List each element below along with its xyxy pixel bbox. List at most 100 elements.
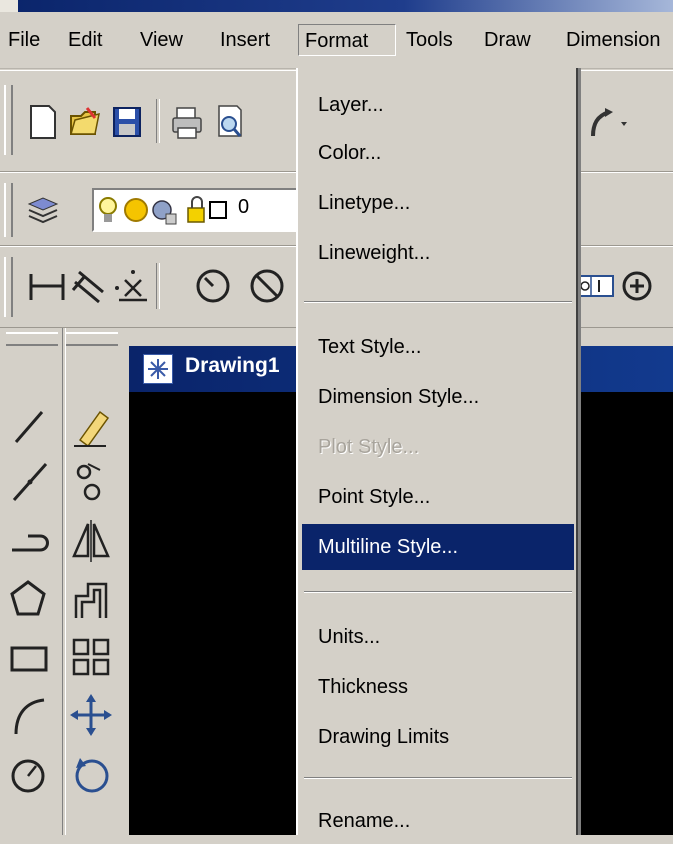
print-preview-button[interactable] [208, 101, 248, 141]
tolerance-icon [578, 275, 614, 297]
move-icon [70, 694, 112, 736]
erase-button[interactable] [66, 400, 118, 452]
new-button[interactable] [22, 101, 62, 141]
title-bar-corner [0, 0, 18, 12]
menu-draw[interactable]: Draw [478, 24, 537, 56]
center-mark-icon [622, 271, 652, 301]
menu-separator [304, 591, 572, 593]
menu-item-point-style[interactable]: Point Style... [302, 474, 574, 520]
toolbar-separator [156, 263, 160, 309]
undo-icon [591, 108, 627, 137]
ordinate-dimension-icon [115, 270, 147, 302]
menu-separator [304, 777, 572, 779]
save-button[interactable] [106, 101, 146, 141]
save-icon [113, 107, 141, 137]
construction-line-icon [12, 463, 48, 501]
copy-icon [76, 463, 101, 501]
draw-toolbar-grip[interactable] [6, 332, 58, 346]
arc-icon [14, 698, 45, 735]
diameter-dimension-icon [250, 269, 284, 303]
array-button[interactable] [66, 632, 118, 684]
open-button[interactable] [64, 101, 104, 141]
linear-dimension-icon [29, 274, 65, 300]
offset-button[interactable] [66, 574, 118, 626]
menu-item-lineweight[interactable]: Lineweight... [302, 230, 574, 276]
toolbar-separator [156, 99, 160, 143]
modify-toolbar-grip[interactable] [66, 332, 118, 346]
menu-item-rename[interactable]: Rename... [302, 798, 574, 844]
sun-icon [124, 198, 148, 222]
polyline-icon [12, 534, 49, 552]
format-menu: Layer... Color... Linetype... Lineweight… [296, 68, 578, 835]
menu-edit[interactable]: Edit [62, 24, 108, 56]
radius-dimension-icon [196, 269, 230, 303]
mirror-button[interactable] [66, 516, 118, 568]
left-dock [0, 328, 126, 835]
print-icon [172, 107, 202, 139]
ordinate-dimension-button[interactable] [110, 265, 150, 305]
toolbar-grip[interactable] [4, 257, 13, 317]
menu-item-color[interactable]: Color... [302, 130, 574, 176]
undo-button[interactable] [578, 101, 627, 141]
toolbar-grip[interactable] [4, 183, 13, 237]
offset-icon [74, 582, 108, 618]
line-button[interactable] [6, 400, 58, 452]
linear-dimension-button[interactable] [26, 265, 66, 305]
menu-dimension[interactable]: Dimension [560, 24, 666, 56]
aligned-dimension-button[interactable] [68, 265, 108, 305]
layer-state-icons [99, 196, 227, 225]
radius-dimension-button[interactable] [192, 265, 232, 305]
print-preview-icon [218, 105, 242, 137]
menu-item-layer[interactable]: Layer... [302, 82, 574, 128]
circle-icon [11, 759, 45, 793]
menu-item-multiline-style[interactable]: Multiline Style... [302, 524, 574, 570]
circle-button[interactable] [6, 748, 58, 800]
print-button[interactable] [166, 101, 206, 141]
menu-item-plot-style: Plot Style... [318, 436, 420, 458]
polygon-icon [10, 580, 46, 616]
construction-line-button[interactable] [6, 456, 58, 508]
tolerance-button[interactable] [576, 265, 616, 305]
rotate-button[interactable] [66, 748, 118, 800]
rotate-icon [75, 758, 109, 793]
layer-manager-icon [27, 197, 59, 224]
lightbulb-icon [99, 197, 117, 222]
menu-item-linetype[interactable]: Linetype... [302, 180, 574, 226]
drawing-document-glyph [148, 359, 168, 379]
aligned-dimension-icon [71, 270, 104, 304]
diameter-dimension-button[interactable] [246, 265, 286, 305]
menu-item-dimension-style[interactable]: Dimension Style... [302, 374, 574, 420]
freeze-icon [152, 200, 177, 225]
copy-button[interactable] [66, 456, 118, 508]
drawing-window-title: Drawing1 [185, 354, 280, 377]
layer-lock-icon [187, 196, 205, 223]
move-button[interactable] [66, 690, 118, 742]
line-icon [14, 411, 44, 443]
arc-button[interactable] [6, 690, 58, 742]
polygon-button[interactable] [6, 574, 58, 626]
menu-separator [304, 301, 572, 303]
menu-insert[interactable]: Insert [214, 24, 276, 56]
color-swatch-icon [209, 201, 227, 219]
menu-bar: File Edit View Insert Format Tools Draw … [0, 12, 673, 69]
center-mark-button[interactable] [616, 265, 656, 305]
menu-format[interactable]: Format [298, 24, 396, 56]
menu-view[interactable]: View [134, 24, 189, 56]
menu-item-text-style[interactable]: Text Style... [302, 324, 574, 370]
new-icon [30, 105, 56, 139]
menu-item-thickness[interactable]: Thickness [302, 664, 574, 710]
toolbar-grip[interactable] [4, 85, 13, 155]
polyline-button[interactable] [6, 516, 58, 568]
layer-manager-button[interactable] [22, 189, 62, 229]
rectangle-button[interactable] [6, 632, 58, 684]
rectangle-icon [10, 646, 48, 672]
open-icon [70, 107, 100, 135]
erase-icon [74, 410, 110, 448]
app-title-bar [0, 0, 673, 12]
current-layer-name: 0 [238, 196, 250, 218]
menu-file[interactable]: File [2, 24, 46, 56]
menu-item-drawing-limits[interactable]: Drawing Limits [302, 714, 574, 760]
drawing-document-icon [143, 354, 173, 384]
menu-tools[interactable]: Tools [400, 24, 459, 56]
menu-item-units[interactable]: Units... [302, 614, 574, 660]
